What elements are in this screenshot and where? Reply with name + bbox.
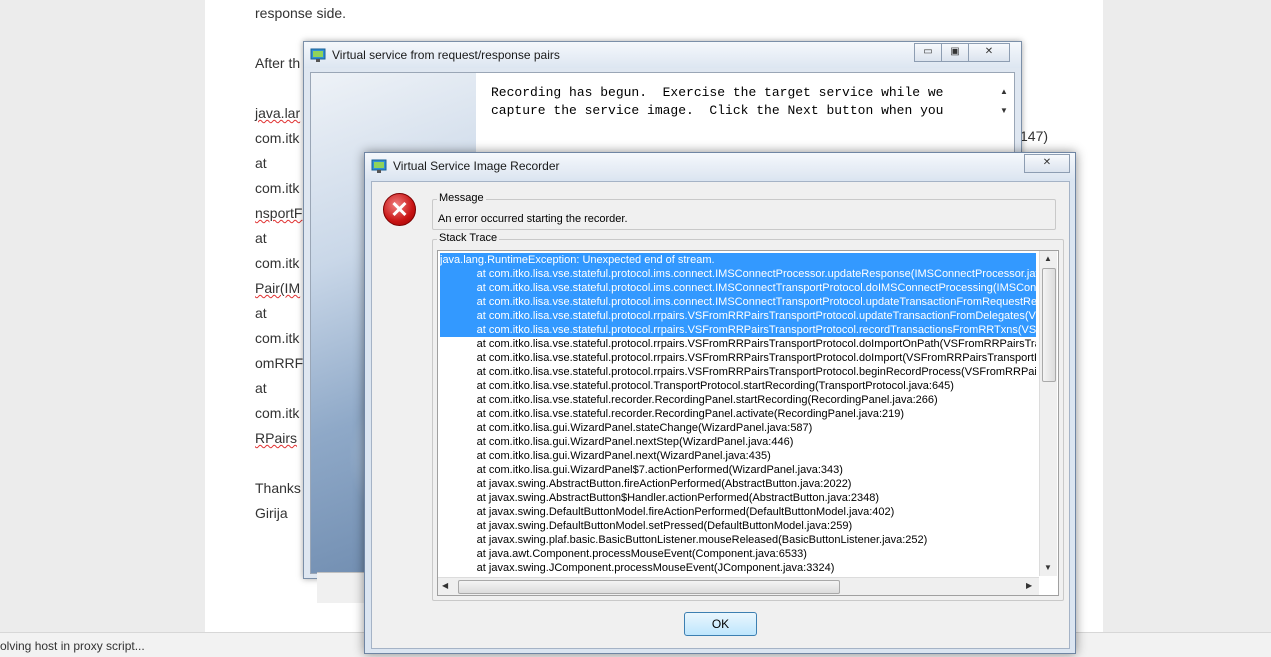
app-icon xyxy=(310,48,326,62)
scroll-up-arrow-icon[interactable]: ▲ xyxy=(1000,87,1008,96)
error-message: An error occurred starting the recorder. xyxy=(438,213,628,225)
stack-trace-line[interactable]: at com.itko.lisa.vse.stateful.protocol.T… xyxy=(440,379,1036,393)
stack-trace-line[interactable]: at javax.swing.AbstractButton$Handler.ac… xyxy=(440,491,1036,505)
page-text-partial: 147) xyxy=(1020,128,1049,144)
dialog-close-button[interactable]: ✕ xyxy=(1024,154,1070,173)
horizontal-scrollbar[interactable]: ◀ ▶ xyxy=(438,577,1039,595)
page-text-line: at xyxy=(255,230,267,246)
stack-trace-line[interactable]: at javax.swing.plaf.basic.BasicButtonLis… xyxy=(440,533,1036,547)
app-icon xyxy=(371,159,387,173)
scroll-up-arrow-icon[interactable]: ▲ xyxy=(1044,254,1052,264)
scroll-down-arrow-icon[interactable]: ▼ xyxy=(1000,106,1008,115)
dialog-title: Virtual Service Image Recorder xyxy=(393,159,560,173)
stack-trace-line[interactable]: at com.itko.lisa.vse.stateful.protocol.i… xyxy=(440,267,1036,281)
close-button[interactable]: ✕ xyxy=(968,43,1010,62)
stack-trace-line[interactable]: at com.itko.lisa.vse.stateful.protocol.r… xyxy=(440,323,1036,337)
horizontal-scroll-thumb[interactable] xyxy=(458,580,840,594)
page-text-line: at xyxy=(255,305,267,321)
stack-trace-label: Stack Trace xyxy=(437,232,500,244)
page-text-line: com.itk xyxy=(255,180,300,196)
stack-trace-line[interactable]: at javax.swing.DefaultButtonModel.setPre… xyxy=(440,519,1036,533)
message-label: Message xyxy=(437,192,486,204)
error-icon: ✕ xyxy=(383,193,416,226)
page-text-line: After th xyxy=(255,55,301,71)
page-text-line: com.itk xyxy=(255,130,300,146)
dialog-titlebar[interactable]: Virtual Service Image Recorder ✕ xyxy=(365,153,1075,179)
page-text-line: com.itk xyxy=(255,330,300,346)
scroll-down-arrow-icon[interactable]: ▼ xyxy=(1044,563,1052,573)
ok-button[interactable]: OK xyxy=(684,612,757,636)
stack-trace-line[interactable]: at java.awt.Component.processMouseEvent(… xyxy=(440,547,1036,561)
page-text-line: Girija xyxy=(255,505,288,521)
vertical-scrollbar[interactable]: ▲ ▼ xyxy=(1039,251,1057,576)
page-text-line: com.itk xyxy=(255,255,300,271)
page-text-line: nsportF xyxy=(255,205,303,221)
page-text-line: Thanks xyxy=(255,480,301,496)
page-text-line: Pair(IM xyxy=(255,280,301,296)
window-title: Virtual service from request/response pa… xyxy=(332,48,560,62)
stack-trace-line[interactable]: at com.itko.lisa.gui.WizardPanel.next(Wi… xyxy=(440,449,1036,463)
stack-trace-line[interactable]: at com.itko.lisa.vse.stateful.protocol.i… xyxy=(440,281,1036,295)
dialog-body: ✕ Message An error occurred starting the… xyxy=(371,181,1070,649)
stack-trace-line[interactable]: at com.itko.lisa.vse.stateful.protocol.r… xyxy=(440,337,1036,351)
stack-trace-line[interactable]: at java.awt.Component.processEvent(Compo… xyxy=(440,575,1036,576)
titlebar[interactable]: Virtual service from request/response pa… xyxy=(304,42,1021,68)
page-text-line: RPairs xyxy=(255,430,298,446)
status-text: olving host in proxy script... xyxy=(0,639,145,653)
stack-trace-line[interactable]: at com.itko.lisa.gui.WizardPanel.stateCh… xyxy=(440,421,1036,435)
stack-trace-line[interactable]: at com.itko.lisa.vse.stateful.protocol.r… xyxy=(440,309,1036,323)
stack-trace-line[interactable]: java.lang.RuntimeException: Unexpected e… xyxy=(440,253,1036,267)
stack-trace-line[interactable]: at com.itko.lisa.vse.stateful.recorder.R… xyxy=(440,407,1036,421)
stack-trace-line[interactable]: at com.itko.lisa.gui.WizardPanel$7.actio… xyxy=(440,463,1036,477)
page-text-line: com.itk xyxy=(255,405,300,421)
stack-trace-line[interactable]: at com.itko.lisa.vse.stateful.protocol.r… xyxy=(440,365,1036,379)
stack-trace-line[interactable]: at javax.swing.DefaultButtonModel.fireAc… xyxy=(440,505,1036,519)
minimize-button[interactable]: ▭ xyxy=(914,43,942,62)
page-text-line: at xyxy=(255,380,267,396)
stack-trace-text[interactable]: java.lang.RuntimeException: Unexpected e… xyxy=(440,253,1036,576)
stack-trace-line[interactable]: at com.itko.lisa.gui.WizardPanel.nextSte… xyxy=(440,435,1036,449)
page-text-line: response side. xyxy=(255,5,347,21)
stack-trace-area[interactable]: java.lang.RuntimeException: Unexpected e… xyxy=(437,250,1059,596)
vertical-scroll-thumb[interactable] xyxy=(1042,268,1056,382)
stack-trace-line[interactable]: at com.itko.lisa.vse.stateful.protocol.i… xyxy=(440,295,1036,309)
maximize-button[interactable]: ▣ xyxy=(941,43,969,62)
scroll-right-arrow-icon[interactable]: ▶ xyxy=(1026,581,1032,591)
message-group: Message An error occurred starting the r… xyxy=(432,192,1056,230)
scroll-left-arrow-icon[interactable]: ◀ xyxy=(442,581,448,591)
stack-trace-line[interactable]: at javax.swing.JComponent.processMouseEv… xyxy=(440,561,1036,575)
image-recorder-dialog: Virtual Service Image Recorder ✕ ✕ Messa… xyxy=(364,152,1076,654)
page-text-line: java.lar xyxy=(255,105,301,121)
recording-instructions: Recording has begun. Exercise the target… xyxy=(491,85,944,118)
page-text-line: omRRF xyxy=(255,355,304,371)
stack-trace-line[interactable]: at javax.swing.AbstractButton.fireAction… xyxy=(440,477,1036,491)
page-text-line: at xyxy=(255,155,267,171)
stack-trace-line[interactable]: at com.itko.lisa.vse.stateful.protocol.r… xyxy=(440,351,1036,365)
stack-trace-line[interactable]: at com.itko.lisa.vse.stateful.recorder.R… xyxy=(440,393,1036,407)
stack-trace-group: Stack Trace java.lang.RuntimeException: … xyxy=(432,232,1064,601)
